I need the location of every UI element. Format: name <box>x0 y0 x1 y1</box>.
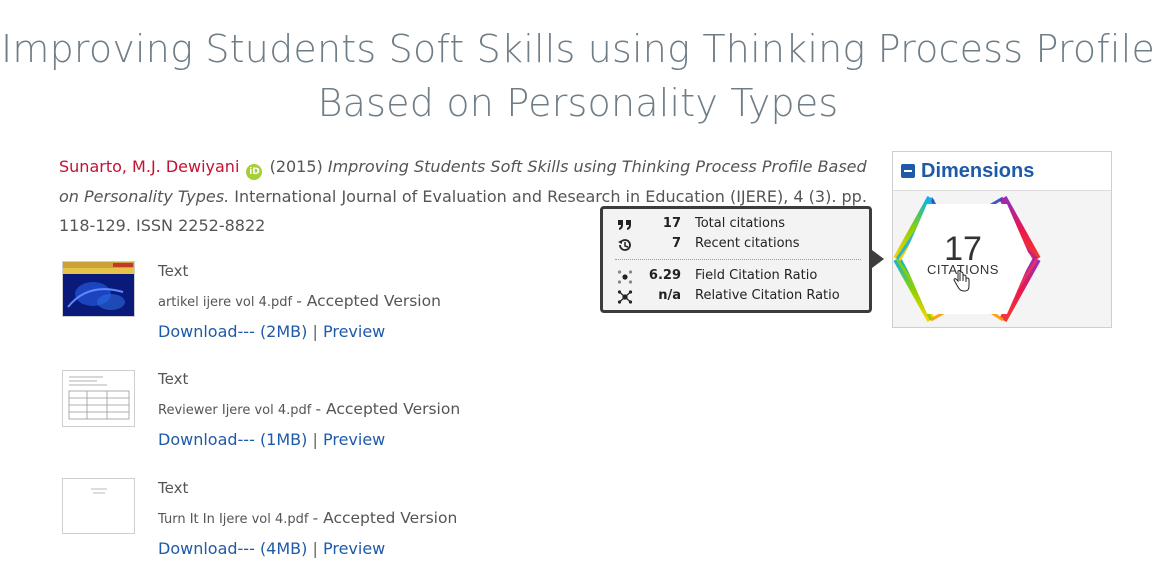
document-filename: Turn It In Ijere vol 4.pdf <box>158 512 309 527</box>
document-type: Text <box>158 370 189 388</box>
quote-icon <box>618 220 631 230</box>
popup-divider <box>615 259 861 260</box>
field-citation-ratio-label: Field Citation Ratio <box>695 268 818 283</box>
popup-row-rcr: n/a Relative Citation Ratio <box>603 286 869 306</box>
document-version: - Accepted Version <box>312 509 458 527</box>
download-link[interactable]: Download--- (1MB) <box>158 430 307 449</box>
field-ratio-icon <box>617 270 633 284</box>
popup-arrow <box>872 250 884 268</box>
relative-citation-ratio-label: Relative Citation Ratio <box>695 288 840 303</box>
document-version: - Accepted Version <box>296 292 441 310</box>
link-separator: | <box>312 322 318 341</box>
document-thumbnail[interactable] <box>62 261 135 317</box>
preview-link[interactable]: Preview <box>323 430 385 449</box>
author-link[interactable]: Sunarto, M.J. Dewiyani <box>59 157 239 176</box>
preview-link[interactable]: Preview <box>323 539 385 558</box>
popup-row-recent: 7 Recent citations <box>603 234 869 254</box>
preview-link[interactable]: Preview <box>323 322 385 341</box>
download-link[interactable]: Download--- (4MB) <box>158 539 307 558</box>
link-separator: | <box>312 430 318 449</box>
history-icon <box>618 239 631 251</box>
total-citations-value: 17 <box>662 216 681 231</box>
document-filename: Reviewer Ijere vol 4.pdf <box>158 403 312 418</box>
citations-popup: 17 Total citations 7 Recent citations 6.… <box>600 206 872 313</box>
orcid-icon[interactable]: iD <box>246 164 263 180</box>
dimensions-widget: Dimensions 17 CITATIONS <box>892 151 1112 328</box>
page-title: Improving Students Soft Skills using Thi… <box>0 27 1156 125</box>
popup-row-total: 17 Total citations <box>603 214 869 234</box>
collapse-icon[interactable] <box>901 164 915 178</box>
dimensions-badge[interactable]: 17 CITATIONS <box>889 190 1069 328</box>
link-separator: | <box>312 539 318 558</box>
popup-row-fcr: 6.29 Field Citation Ratio <box>603 266 869 286</box>
document-type: Text <box>158 479 189 497</box>
total-citations-label: Total citations <box>695 216 785 231</box>
field-citation-ratio-value: 6.29 <box>648 268 681 283</box>
dimensions-title[interactable]: Dimensions <box>921 160 1034 183</box>
document-thumbnail[interactable] <box>62 478 135 534</box>
relative-ratio-icon <box>617 290 633 304</box>
relative-citation-ratio-value: n/a <box>658 288 681 303</box>
document-thumbnail[interactable] <box>62 370 135 427</box>
hand-cursor-icon <box>953 270 970 292</box>
recent-citations-label: Recent citations <box>695 236 800 251</box>
citation-year: (2015) <box>269 157 323 176</box>
document-version: - Accepted Version <box>315 400 461 418</box>
document-filename: artikel ijere vol 4.pdf <box>158 295 293 310</box>
recent-citations-value: 7 <box>671 236 681 251</box>
download-link[interactable]: Download--- (2MB) <box>158 322 307 341</box>
dimensions-header[interactable]: Dimensions <box>893 152 1111 191</box>
